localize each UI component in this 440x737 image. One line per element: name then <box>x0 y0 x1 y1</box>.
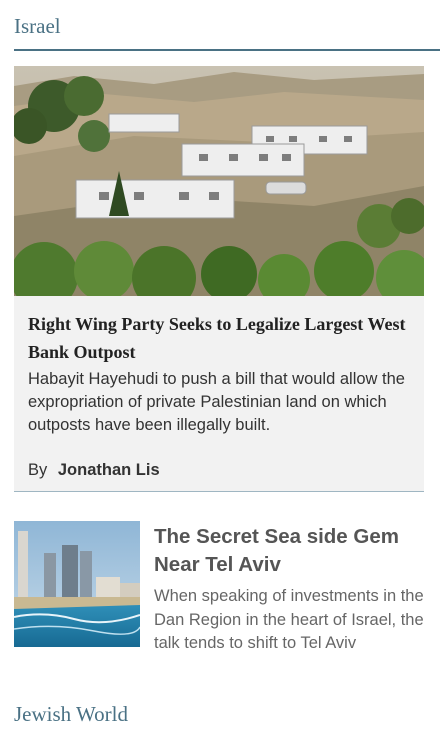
section-title-jewish-world[interactable]: Jewish World <box>14 702 128 727</box>
featured-article-summary: Habayit Hayehudi to push a bill that wou… <box>28 370 405 434</box>
secondary-article-summary: When speaking of investments in the Dan … <box>154 587 424 652</box>
section-title-israel[interactable]: Israel <box>14 14 61 39</box>
card-divider <box>14 491 424 492</box>
featured-article-title[interactable]: Right Wing Party Seeks to Legalize Large… <box>28 310 418 366</box>
secondary-article-title[interactable]: The Secret Sea side Gem Near Tel Aviv <box>154 523 434 579</box>
byline-prefix: By <box>28 461 48 479</box>
featured-article-image[interactable] <box>14 66 424 296</box>
author-name[interactable]: Jonathan Lis <box>58 461 160 479</box>
byline: By Jonathan Lis <box>28 461 160 480</box>
secondary-article-image[interactable] <box>14 521 140 647</box>
secondary-article[interactable]: The Secret Sea side Gem Near Tel Aviv Wh… <box>14 521 440 681</box>
section-divider <box>14 49 440 51</box>
featured-article-card[interactable]: Right Wing Party Seeks to Legalize Large… <box>14 66 424 492</box>
